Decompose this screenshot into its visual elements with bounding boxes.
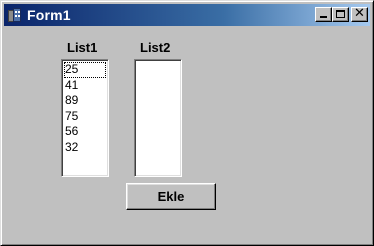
add-button[interactable]: Ekle (126, 183, 216, 210)
list-item[interactable]: 56 (64, 124, 106, 140)
window-title: Form1 (27, 7, 71, 23)
list1-label: List1 (67, 40, 98, 55)
list2-listbox[interactable] (134, 59, 182, 177)
close-icon: ✕ (354, 6, 365, 21)
list2-label: List2 (140, 40, 171, 55)
close-button[interactable]: ✕ (351, 6, 368, 22)
maximize-button[interactable] (332, 7, 349, 22)
app-building-icon[interactable] (7, 7, 23, 23)
list-item[interactable]: 32 (64, 140, 106, 156)
list-item[interactable]: 25 (64, 62, 106, 78)
title-bar[interactable]: Form1 ✕ (4, 4, 370, 26)
minimize-button[interactable] (315, 7, 332, 22)
maximize-icon (336, 10, 345, 18)
minimize-icon (320, 16, 327, 18)
list-item[interactable]: 75 (64, 109, 106, 125)
list1-listbox[interactable]: 25 41 89 75 56 32 (61, 59, 109, 177)
form-window: Form1 ✕ List1 List2 25 41 89 75 56 32 Ek… (0, 0, 374, 246)
caption-buttons: ✕ (315, 6, 368, 22)
list-item[interactable]: 41 (64, 78, 106, 94)
list-item[interactable]: 89 (64, 93, 106, 109)
